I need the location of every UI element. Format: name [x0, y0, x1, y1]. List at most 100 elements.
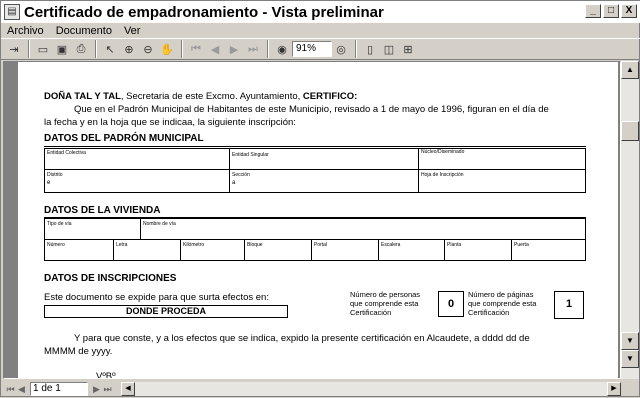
print-icon[interactable]: ⎙: [72, 40, 90, 58]
puerta-cell: Puerta: [511, 239, 586, 261]
section-inscripciones: DATOS DE INSCRIPCIONES: [44, 273, 177, 284]
distrito-value: e: [47, 180, 51, 186]
intro-cert: CERTIFICO:: [302, 91, 358, 102]
menu-bar: Archivo Documento Ver: [1, 23, 640, 38]
expide-text: Este documento se expide para que surta …: [44, 292, 269, 303]
title-bar: ▤ Certificado de empadronamiento - Vista…: [1, 1, 640, 23]
zoom-plus-icon[interactable]: ◎: [332, 40, 350, 58]
app-icon: ▤: [4, 4, 20, 20]
section-vivienda: DATOS DE LA VIVIENDA: [44, 205, 161, 216]
distrito-label: Distrito: [47, 172, 63, 178]
preview-viewport: DOÑA TAL Y TAL, Secretaria de este Excmo…: [3, 61, 621, 379]
prev-page-nav-icon[interactable]: ◀: [16, 384, 27, 395]
scroll-thumb[interactable]: [621, 121, 639, 141]
kilometro-label: Kilómetro: [183, 242, 205, 248]
zoom-field[interactable]: 91%: [292, 41, 332, 57]
personas-label-3: Certificación: [350, 308, 392, 317]
hoja-label: Hoja de Inscripción: [421, 172, 464, 178]
scroll-right-icon[interactable]: ▶: [607, 382, 621, 396]
letra-cell: Letra: [113, 239, 181, 261]
next-page-nav-icon[interactable]: ▶: [91, 384, 102, 395]
personas-label-2: que comprende esta: [350, 299, 419, 308]
two-page-icon[interactable]: ◫: [380, 40, 398, 58]
menu-documento[interactable]: Documento: [56, 25, 112, 37]
prev-page-icon[interactable]: ◀: [206, 40, 224, 58]
planta-cell: Planta: [444, 239, 512, 261]
scroll-down-icon[interactable]: ▼: [621, 332, 639, 350]
nombre-via-label: Nombre de vía: [143, 221, 176, 227]
window-title: Certificado de empadronamiento - Vista p…: [24, 3, 384, 21]
last-page-nav-icon[interactable]: ⏭: [102, 384, 113, 395]
first-page-nav-icon[interactable]: ⏮: [5, 384, 16, 395]
personas-label: Número de personas que comprende esta Ce…: [350, 290, 420, 317]
seccion-value: a: [232, 180, 236, 186]
toolbar-separator: [355, 40, 357, 58]
horizontal-scrollbar[interactable]: ◀ ▶: [121, 382, 621, 396]
vobo-label: VºBº: [96, 371, 116, 379]
nucleo-cell: Núcleo/Diseminado: [418, 148, 586, 170]
seccion-label: Sección: [232, 172, 250, 178]
bloque-label: Bloque: [247, 242, 263, 248]
planta-label: Planta: [447, 242, 462, 248]
puerta-label: Puerta: [514, 242, 529, 248]
escalera-cell: Escalera: [378, 239, 445, 261]
tipo-via-cell: Tipo de vía: [44, 218, 141, 240]
numero-cell: Número: [44, 239, 114, 261]
minimize-button[interactable]: _: [585, 4, 601, 18]
letra-label: Letra: [116, 242, 128, 248]
hand-icon[interactable]: ✋: [158, 40, 176, 58]
paginas-label-3: Certificación: [468, 308, 510, 317]
zoom-minus-icon[interactable]: ◉: [273, 40, 291, 58]
page-down-icon[interactable]: ▼: [621, 350, 639, 368]
first-page-icon[interactable]: ⏮: [187, 40, 205, 58]
menu-ver[interactable]: Ver: [124, 25, 141, 37]
closing-line-1: Y para que conste, y a los efectos que s…: [74, 333, 530, 344]
preview-window: ▤ Certificado de empadronamiento - Vista…: [0, 0, 640, 397]
maximize-button[interactable]: □: [603, 4, 619, 18]
portal-cell: Portal: [311, 239, 379, 261]
close-button[interactable]: X: [621, 4, 637, 18]
tipo-via-label: Tipo de vía: [47, 221, 72, 227]
window-controls: _ □ X: [585, 4, 637, 18]
kilometro-cell: Kilómetro: [180, 239, 245, 261]
multi-page-icon[interactable]: ⊞: [399, 40, 417, 58]
vertical-scrollbar[interactable]: ▲ ▼ ▼: [621, 61, 639, 379]
toolbar-separator: [95, 40, 97, 58]
zoom-out-icon[interactable]: ⊖: [139, 40, 157, 58]
single-page-icon[interactable]: ▯: [361, 40, 379, 58]
bloque-cell: Bloque: [244, 239, 312, 261]
distrito-cell: Distrito e: [44, 169, 230, 193]
pointer-icon[interactable]: ↖: [101, 40, 119, 58]
open-icon[interactable]: ▭: [34, 40, 52, 58]
paginas-value: 1: [554, 291, 584, 319]
menu-archivo[interactable]: Archivo: [7, 25, 44, 37]
nombre-via-cell: Nombre de vía: [140, 218, 586, 240]
scroll-left-icon[interactable]: ◀: [121, 382, 135, 396]
portal-label: Portal: [314, 242, 328, 248]
seccion-cell: Sección a: [229, 169, 419, 193]
personas-value: 0: [438, 291, 464, 317]
last-page-icon[interactable]: ⏭: [244, 40, 262, 58]
toolbar: ⇥ ▭ ▣ ⎙ ↖ ⊕ ⊖ ✋ ⏮ ◀ ▶ ⏭ ◉ 91% ◎ ▯ ◫ ⊞: [1, 38, 640, 60]
next-page-icon[interactable]: ▶: [225, 40, 243, 58]
exit-icon[interactable]: ⇥: [5, 40, 23, 58]
zoom-in-icon[interactable]: ⊕: [120, 40, 138, 58]
section-padron: DATOS DEL PADRÓN MUNICIPAL: [44, 133, 204, 144]
numero-label: Número: [47, 242, 65, 248]
entidad-colectiva-cell: Entidad Colectiva: [44, 148, 230, 170]
toolbar-separator: [267, 40, 269, 58]
intro-line: DOÑA TAL Y TAL, Secretaria de este Excmo…: [44, 90, 604, 103]
page-indicator[interactable]: 1 de 1: [30, 382, 88, 396]
personas-label-1: Número de personas: [350, 290, 421, 299]
scroll-up-icon[interactable]: ▲: [621, 61, 639, 79]
save-icon[interactable]: ▣: [53, 40, 71, 58]
hoja-cell: Hoja de Inscripción: [418, 169, 586, 193]
document-page: DOÑA TAL Y TAL, Secretaria de este Excmo…: [18, 62, 618, 379]
intro-mid: , Secretaria de este Excmo. Ayuntamiento…: [120, 91, 303, 102]
closing-line-2: MMMM de yyyy.: [44, 346, 113, 357]
toolbar-separator: [181, 40, 183, 58]
escalera-label: Escalera: [381, 242, 401, 248]
donde-procede-box: DONDE PROCEDA: [44, 305, 288, 318]
entidad-colectiva-label: Entidad Colectiva: [47, 150, 86, 156]
toolbar-separator: [28, 40, 30, 58]
